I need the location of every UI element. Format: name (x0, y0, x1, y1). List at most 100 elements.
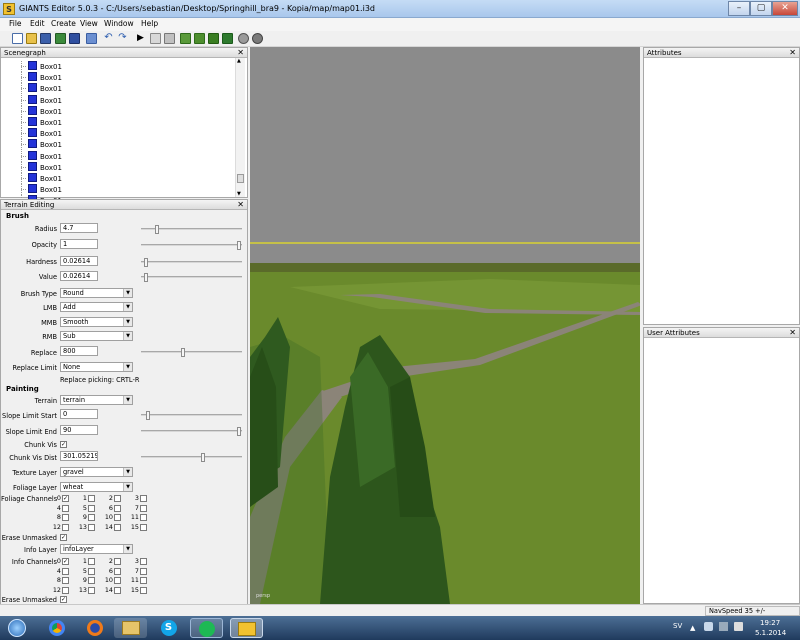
clock-time[interactable]: 19:27 (760, 619, 780, 627)
tray-app-icon[interactable] (704, 622, 713, 631)
rmb-select[interactable]: Sub ▼ (60, 331, 133, 341)
start-button[interactable] (2, 616, 32, 640)
channel-checkbox[interactable] (88, 567, 95, 575)
redo-icon[interactable]: ↷ (117, 33, 128, 44)
channel-checkbox[interactable] (88, 504, 95, 512)
scroll-up-icon[interactable]: ▲ (237, 58, 241, 64)
channel-checkbox[interactable] (88, 586, 95, 594)
play-icon[interactable]: ▶ (135, 33, 146, 44)
menu-create[interactable]: Create (51, 19, 76, 28)
tree-item[interactable]: Box01 (21, 161, 62, 173)
taskbar-firefox[interactable] (78, 618, 111, 638)
radius-slider[interactable] (141, 225, 242, 234)
scene-icon[interactable] (150, 33, 161, 44)
brush-type-select[interactable]: Round ▼ (60, 288, 133, 298)
minimize-button[interactable]: – (728, 1, 750, 16)
slope-start-field[interactable]: 0 (60, 409, 98, 419)
tree-item[interactable]: Box01 (21, 72, 62, 84)
scroll-down-icon[interactable]: ▼ (237, 191, 241, 197)
export-icon[interactable] (55, 33, 66, 44)
info-layer-select[interactable]: infoLayer ▼ (60, 544, 133, 554)
value-slider[interactable] (141, 273, 242, 282)
replace-slider-thumb[interactable] (181, 348, 185, 357)
open-icon[interactable] (26, 33, 37, 44)
tree-item[interactable]: Box01 (21, 139, 62, 151)
save-all-icon[interactable] (69, 33, 80, 44)
tree-item[interactable]: Box01 (21, 173, 62, 184)
chunk-vis-checkbox[interactable]: ✓ (60, 441, 67, 448)
mmb-select[interactable]: Smooth ▼ (60, 317, 133, 327)
taskbar-chrome[interactable] (40, 618, 73, 638)
channel-checkbox[interactable] (88, 523, 95, 531)
tree-item[interactable]: Box01 (21, 94, 62, 106)
plant-icon[interactable] (222, 33, 233, 44)
replace-slider[interactable] (141, 348, 242, 357)
channel-checkbox[interactable] (114, 558, 121, 565)
channel-checkbox[interactable] (114, 577, 121, 584)
channel-checkbox[interactable] (140, 504, 147, 512)
new-icon[interactable] (12, 33, 23, 44)
paint-terrain-select[interactable]: terrain ▼ (60, 395, 133, 405)
radius-slider-thumb[interactable] (155, 225, 159, 234)
channel-checkbox[interactable] (62, 567, 69, 575)
channel-checkbox[interactable] (140, 495, 147, 502)
slope-start-slider-thumb[interactable] (146, 411, 150, 420)
opacity-slider[interactable] (141, 241, 242, 250)
channel-checkbox[interactable] (140, 523, 147, 531)
menu-view[interactable]: View (80, 19, 98, 28)
terrain-paint-icon[interactable] (194, 33, 205, 44)
erase-unmasked-checkbox[interactable]: ✓ (60, 534, 67, 541)
channel-checkbox[interactable] (114, 523, 121, 531)
channel-checkbox[interactable] (88, 514, 95, 521)
channel-checkbox[interactable] (88, 558, 95, 565)
channel-checkbox[interactable] (62, 504, 69, 512)
attributes-close-icon[interactable]: ✕ (789, 48, 796, 57)
channel-checkbox[interactable] (88, 495, 95, 502)
channel-checkbox[interactable] (140, 558, 147, 565)
settings-icon[interactable] (238, 33, 249, 44)
channel-checkbox[interactable] (62, 523, 69, 531)
hardness-field[interactable]: 0.02614 (60, 256, 98, 266)
channel-checkbox[interactable] (62, 586, 69, 594)
opacity-field[interactable]: 1 (60, 239, 98, 249)
chunk-vis-dist-slider[interactable] (141, 453, 242, 462)
channel-checkbox[interactable] (114, 586, 121, 594)
tree-item[interactable]: Box01 (21, 184, 62, 196)
taskbar-explorer[interactable] (114, 618, 147, 638)
close-button[interactable]: ✕ (772, 1, 798, 16)
channel-checkbox[interactable] (88, 577, 95, 584)
tree-item[interactable]: Box01 (21, 61, 62, 72)
radius-field[interactable]: 4.7 (60, 223, 98, 233)
slope-start-slider[interactable] (141, 411, 242, 420)
texture-layer-select[interactable]: gravel ▼ (60, 467, 133, 477)
hardness-slider[interactable] (141, 258, 242, 267)
scenegraph-close-icon[interactable]: ✕ (237, 48, 244, 57)
taskbar-skype[interactable]: S (152, 618, 185, 638)
channel-checkbox[interactable] (62, 577, 69, 584)
3d-viewport[interactable]: persp (250, 47, 640, 604)
menu-edit[interactable]: Edit (30, 19, 45, 28)
tray-expand-icon[interactable]: ▲ (690, 624, 695, 632)
tree-item[interactable]: Box01 (21, 150, 62, 162)
channel-checkbox[interactable] (140, 577, 147, 584)
slope-end-field[interactable]: 90 (60, 425, 98, 435)
import-icon[interactable] (86, 33, 97, 44)
channel-checkbox[interactable]: ✓ (62, 558, 69, 565)
clock-date[interactable]: 5.1.2014 (755, 629, 786, 637)
slope-end-slider[interactable] (141, 427, 242, 436)
channel-checkbox[interactable] (114, 567, 121, 575)
channel-checkbox[interactable] (114, 514, 121, 521)
opacity-slider-thumb[interactable] (237, 241, 241, 250)
language-indicator[interactable]: SV (673, 622, 682, 630)
terrain-sculpt-icon[interactable] (180, 33, 191, 44)
tree-item[interactable]: Box01 (21, 83, 62, 95)
taskbar-giants-editor[interactable] (230, 618, 263, 638)
lmb-select[interactable]: Add ▼ (60, 302, 133, 312)
menu-file[interactable]: File (9, 19, 22, 28)
menu-window[interactable]: Window (104, 19, 134, 28)
scenegraph-scrollbar[interactable]: ▲ ▼ (235, 58, 245, 197)
user-attributes-close-icon[interactable]: ✕ (789, 328, 796, 337)
value-field[interactable]: 0.02614 (60, 271, 98, 281)
network-tray-icon[interactable] (719, 622, 728, 631)
network-icon[interactable] (252, 33, 263, 44)
